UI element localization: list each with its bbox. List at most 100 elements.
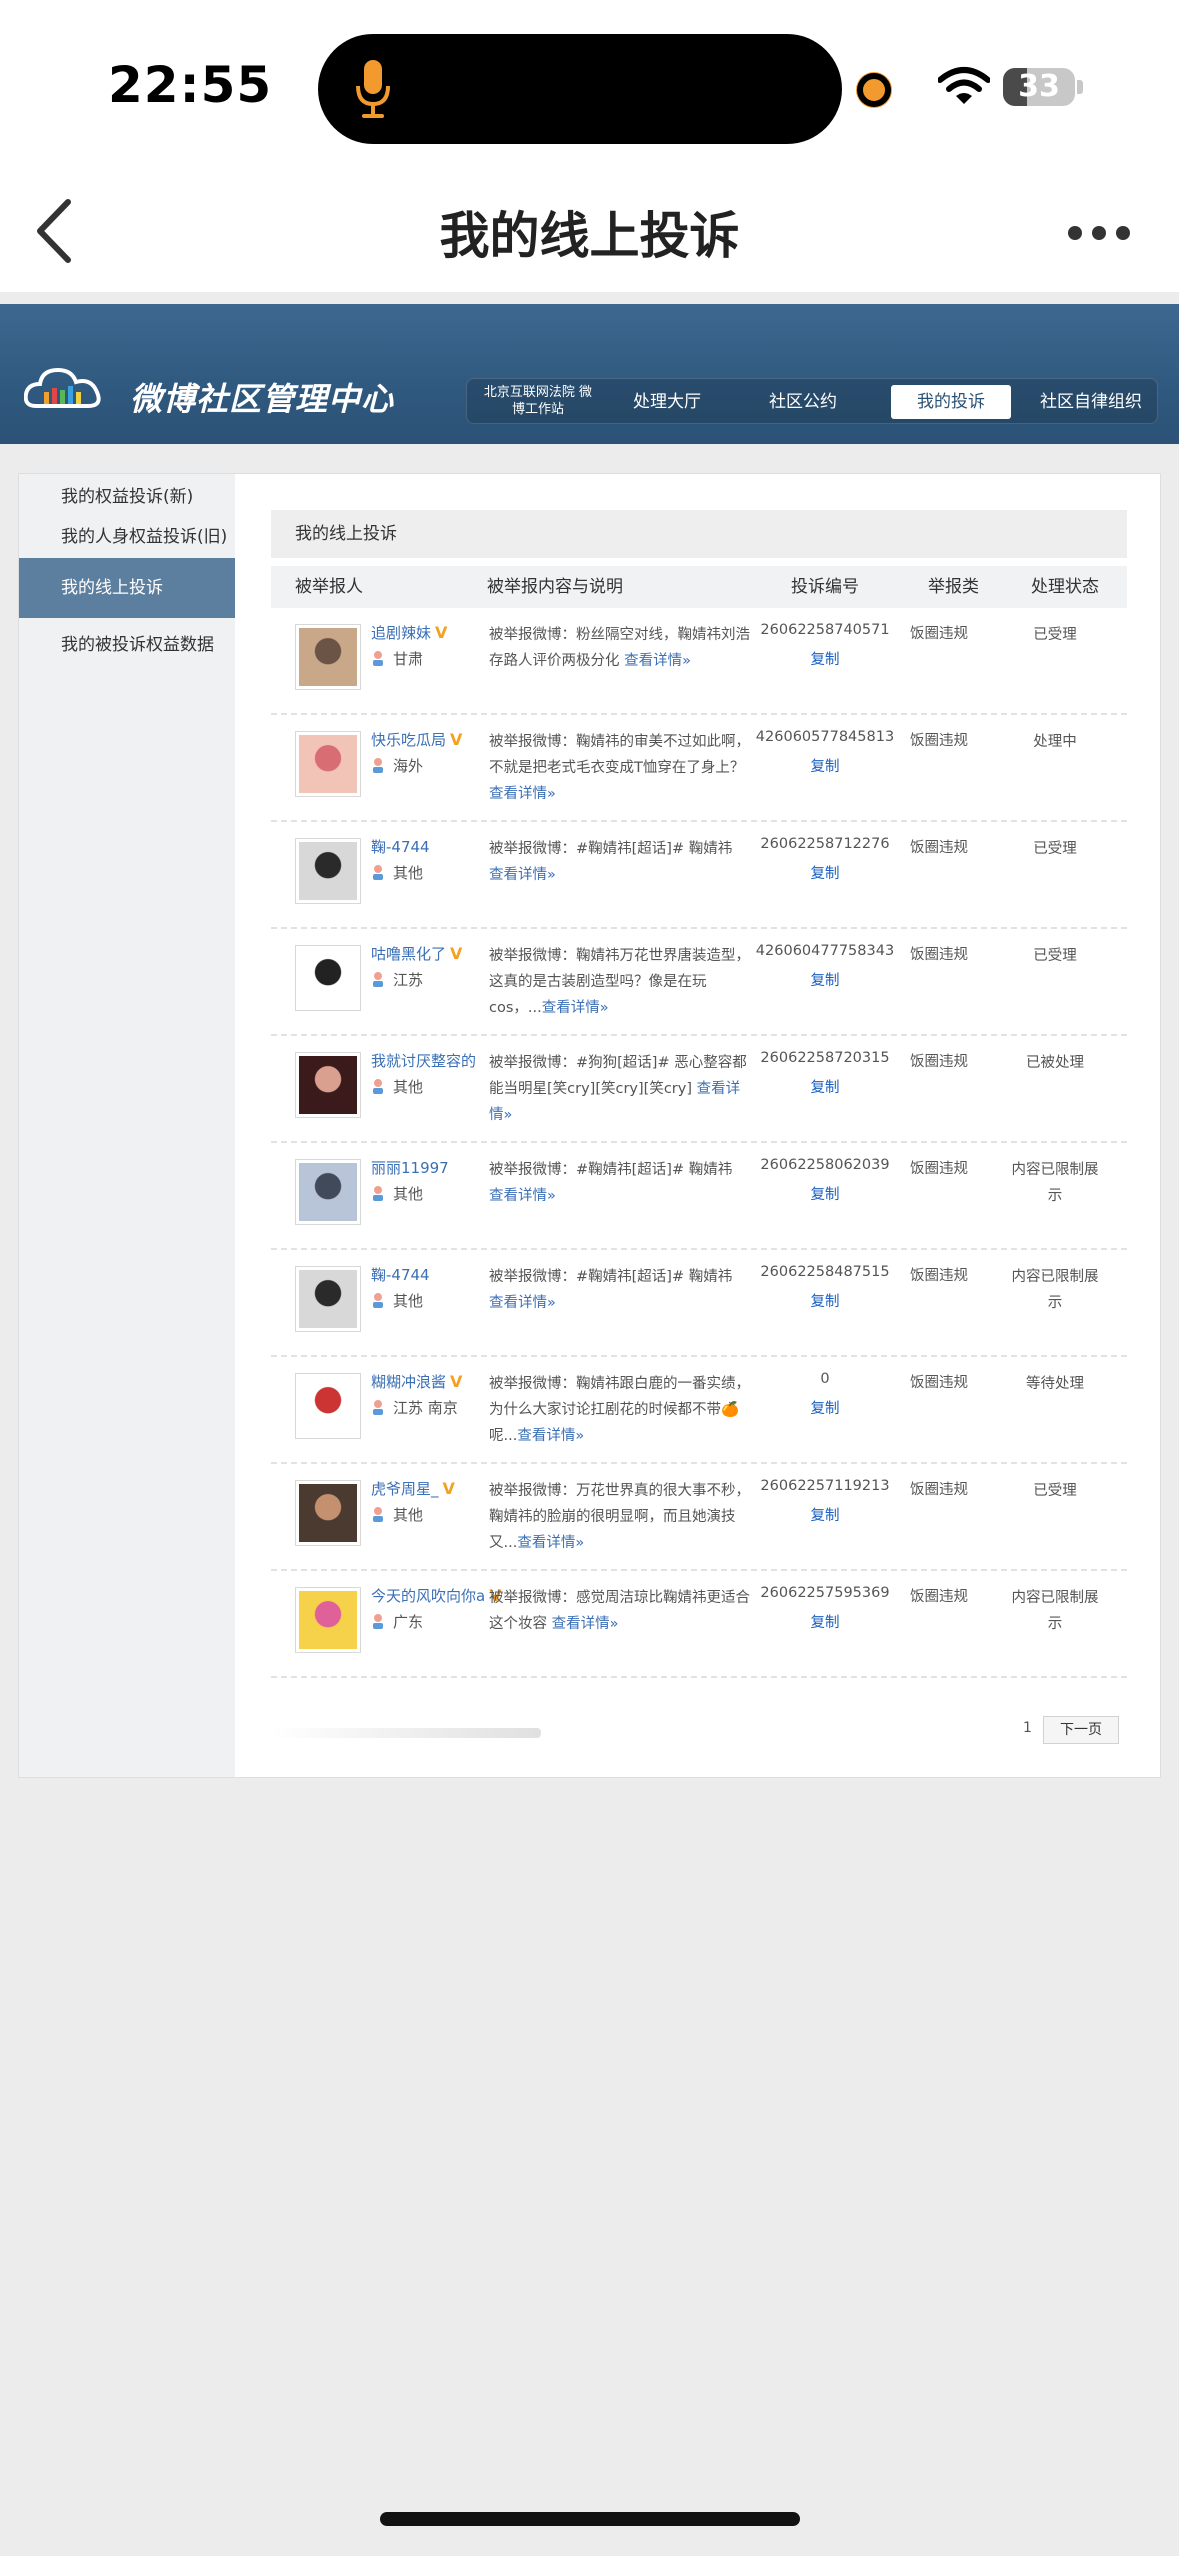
avatar[interactable] bbox=[295, 1480, 361, 1546]
location-text: 江苏 bbox=[393, 971, 424, 989]
location-text: 其他 bbox=[393, 1078, 424, 1096]
panel-title: 我的线上投诉 bbox=[271, 510, 1127, 558]
copy-button[interactable]: 复制 bbox=[755, 1076, 895, 1097]
reported-user-name[interactable]: 我就讨厌整容的 bbox=[371, 1050, 476, 1071]
reported-user-name[interactable]: 鞠-4744 bbox=[371, 836, 430, 857]
avatar-image bbox=[299, 949, 357, 1007]
copy-button[interactable]: 复制 bbox=[755, 1611, 895, 1632]
sidebar-item-complained-data[interactable]: 我的被投诉权益数据 bbox=[19, 628, 235, 662]
avatar[interactable] bbox=[295, 945, 361, 1011]
avatar-image bbox=[299, 842, 357, 900]
content-text: 被举报微博：#鞠婧祎[超话]# 鞠婧祎 bbox=[489, 841, 733, 857]
copy-button[interactable]: 复制 bbox=[755, 648, 895, 669]
complaint-id: 26062258062039 bbox=[760, 1157, 890, 1173]
user-name-text: 虎爷周星_ bbox=[371, 1480, 439, 1498]
report-type: 饭圈违规 bbox=[910, 1482, 968, 1498]
header-reported-user: 被举报人 bbox=[295, 577, 363, 597]
user-name-text: 快乐吃瓜局 bbox=[371, 731, 447, 749]
page-number[interactable]: 1 bbox=[1023, 1720, 1032, 1736]
court-link[interactable]: 北京互联网法院 微博工作站 bbox=[483, 384, 593, 418]
report-type: 饭圈违规 bbox=[910, 1589, 968, 1605]
complaint-id: 426060477758343 bbox=[755, 943, 895, 959]
copy-button[interactable]: 复制 bbox=[755, 1183, 895, 1204]
user-location-icon bbox=[373, 758, 383, 773]
avatar[interactable] bbox=[295, 1266, 361, 1332]
complaint-content: 被举报微博：#鞠婧祎[超话]# 鞠婧祎 查看详情» bbox=[489, 836, 751, 888]
status-badge: 已受理 bbox=[1033, 1483, 1077, 1499]
avatar[interactable] bbox=[295, 1052, 361, 1118]
reported-user-name[interactable]: 糊糊冲浪酱 V bbox=[371, 1371, 466, 1392]
reported-user-name[interactable]: 咕噜黑化了 V bbox=[371, 943, 466, 964]
avatar[interactable] bbox=[295, 624, 361, 690]
view-details-link[interactable]: 查看详情» bbox=[517, 1535, 584, 1551]
copy-button[interactable]: 复制 bbox=[755, 755, 895, 776]
complaint-id: 26062257595369 bbox=[760, 1585, 890, 1601]
content-text: 被举报微博：#鞠婧祎[超话]# 鞠婧祎 bbox=[489, 1162, 733, 1178]
next-page-button[interactable]: 下一页 bbox=[1043, 1716, 1119, 1744]
view-details-link[interactable]: 查看详情» bbox=[489, 1188, 556, 1204]
view-details-link[interactable]: 查看详情» bbox=[542, 1000, 609, 1016]
battery-level: 33 bbox=[1018, 69, 1060, 104]
verified-badge-icon: V bbox=[450, 730, 463, 749]
header-content: 被举报内容与说明 bbox=[487, 577, 623, 597]
nav-bar: 我的线上投诉 bbox=[0, 170, 1179, 292]
user-location: 其他 bbox=[371, 1183, 423, 1204]
copy-button[interactable]: 复制 bbox=[755, 862, 895, 883]
user-name-text: 今天的风吹向你a bbox=[371, 1587, 486, 1605]
tab-processing-hall[interactable]: 处理大厅 bbox=[617, 385, 717, 419]
user-name-text: 我就讨厌整容的 bbox=[371, 1052, 477, 1070]
wifi-icon bbox=[938, 67, 990, 104]
reported-user-name[interactable]: 丽丽11997 bbox=[371, 1157, 449, 1178]
reported-user-name[interactable]: 虎爷周星_ V bbox=[371, 1478, 459, 1499]
report-type: 饭圈违规 bbox=[910, 733, 968, 749]
tab-self-discipline-org[interactable]: 社区自律组织 bbox=[1029, 385, 1153, 419]
reported-user-name[interactable]: 鞠-4744 bbox=[371, 1264, 430, 1285]
report-type: 饭圈违规 bbox=[910, 947, 968, 963]
avatar[interactable] bbox=[295, 838, 361, 904]
copy-button[interactable]: 复制 bbox=[755, 1504, 895, 1525]
reported-user-name[interactable]: 今天的风吹向你a V bbox=[371, 1585, 505, 1606]
avatar[interactable] bbox=[295, 1373, 361, 1439]
view-details-link[interactable]: 查看详情» bbox=[517, 1428, 584, 1444]
copy-button[interactable]: 复制 bbox=[755, 1397, 895, 1418]
tab-my-complaints[interactable]: 我的投诉 bbox=[891, 385, 1011, 419]
more-options-icon[interactable] bbox=[1068, 226, 1130, 240]
content-text: 被举报微博：鞠婧祎的审美不过如此啊，不就是把老式毛衣变成T恤穿在了身上？ bbox=[489, 734, 750, 776]
complaint-id: 26062257119213 bbox=[760, 1478, 890, 1494]
location-text: 其他 bbox=[393, 1292, 424, 1310]
avatar[interactable] bbox=[295, 731, 361, 797]
user-location-icon bbox=[373, 1614, 383, 1629]
report-type: 饭圈违规 bbox=[910, 626, 968, 642]
sidebar-item-online-complaints[interactable]: 我的线上投诉 bbox=[19, 558, 235, 618]
content-text: 被举报微博：#鞠婧祎[超话]# 鞠婧祎 bbox=[489, 1269, 733, 1285]
view-details-link[interactable]: 查看详情» bbox=[552, 1616, 619, 1632]
view-details-link[interactable]: 查看详情» bbox=[489, 1295, 556, 1311]
complaints-panel: 我的线上投诉 被举报人 被举报内容与说明 投诉编号 举报类 处理状态 追剧辣妹 V… bbox=[271, 510, 1127, 1744]
view-details-link[interactable]: 查看详情» bbox=[624, 653, 691, 669]
user-location: 海外 bbox=[371, 755, 423, 776]
reported-user-name[interactable]: 快乐吃瓜局 V bbox=[371, 729, 466, 750]
sidebar-item-rights-complaints-new[interactable]: 我的权益投诉(新) bbox=[19, 480, 235, 514]
user-location: 其他 bbox=[371, 1076, 423, 1097]
complaint-content: 被举报微博：万花世界真的很大事不秒，鞠婧祎的脸崩的很明显啊，而且她演技又...查… bbox=[489, 1478, 751, 1556]
avatar-image bbox=[299, 1377, 357, 1435]
page-title: 我的线上投诉 bbox=[439, 207, 740, 265]
home-indicator[interactable] bbox=[380, 2512, 800, 2526]
battery-icon: 33 bbox=[1003, 68, 1075, 106]
tab-community-rules[interactable]: 社区公约 bbox=[753, 385, 853, 419]
complaint-id: 0 bbox=[820, 1371, 830, 1387]
avatar-image bbox=[299, 1591, 357, 1649]
status-bar: 22:55 33 bbox=[0, 0, 1179, 170]
user-location: 江苏 南京 bbox=[371, 1397, 458, 1418]
sidebar-item-personal-rights-old[interactable]: 我的人身权益投诉(旧) bbox=[19, 520, 235, 554]
content-text: 被举报微博：鞠婧祎万花世界唐装造型，这真的是古装剧造型吗？像是在玩cos，... bbox=[489, 948, 750, 1016]
copy-button[interactable]: 复制 bbox=[755, 969, 895, 990]
location-text: 海外 bbox=[393, 757, 424, 775]
avatar[interactable] bbox=[295, 1587, 361, 1653]
avatar[interactable] bbox=[295, 1159, 361, 1225]
view-details-link[interactable]: 查看详情» bbox=[489, 867, 556, 883]
reported-user-name[interactable]: 追剧辣妹 V bbox=[371, 622, 451, 643]
copy-button[interactable]: 复制 bbox=[755, 1290, 895, 1311]
user-location-icon bbox=[373, 1186, 383, 1201]
view-details-link[interactable]: 查看详情» bbox=[489, 786, 556, 802]
